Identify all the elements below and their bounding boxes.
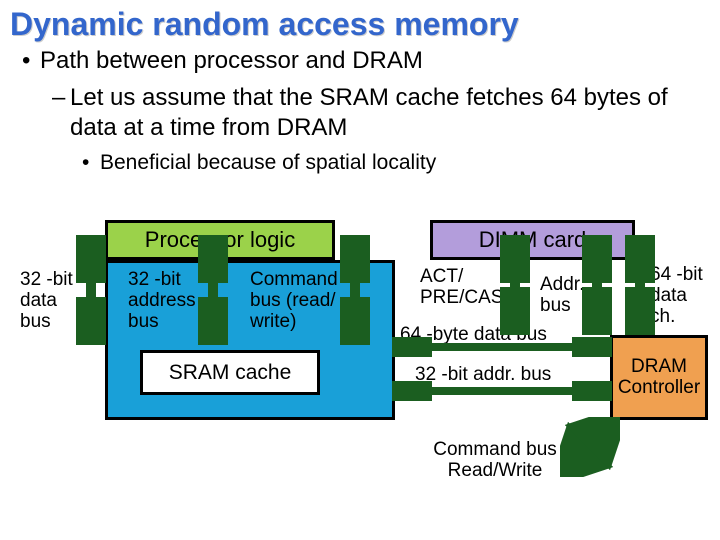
arrow-64byte-data-bus — [392, 337, 612, 357]
arrow-command-bus-rw — [560, 417, 620, 477]
bullet-level-2: Let us assume that the SRAM cache fetche… — [0, 83, 720, 143]
label-32bit-address-bus: 32 -bit address bus — [128, 270, 203, 333]
arrow-32bit-addr-bus-2 — [392, 381, 612, 401]
arrow-32bit-data — [76, 235, 106, 345]
bullet-level-1: Path between processor and DRAM — [0, 47, 720, 75]
label-act-pre-cas: ACT/ PRE/CAS — [420, 267, 510, 309]
dram-controller-box: DRAM Controller — [610, 335, 708, 420]
diagram-area: Processor logic DIMM card SRAM cache DRA… — [0, 205, 720, 535]
slide-title: Dynamic random access memory — [0, 0, 720, 45]
bullet-level-3: Beneficial because of spatial locality — [0, 151, 720, 175]
sram-cache-label: SRAM cache — [140, 350, 320, 395]
label-command-bus-rw: Command bus Read/Write — [420, 440, 570, 482]
arrow-32bit-address — [198, 235, 228, 345]
arrow-64bit-data-ch — [625, 235, 655, 335]
label-command-bus: Command bus (read/ write) — [250, 270, 350, 333]
arrow-command-bus-proc — [340, 235, 370, 345]
label-32bit-data-bus: 32 -bit data bus — [20, 270, 75, 333]
arrow-addr-bus — [582, 235, 612, 335]
arrow-act-pre-cas — [500, 235, 530, 335]
label-64bit-data-channel: 64 -bit data ch. — [650, 265, 710, 328]
